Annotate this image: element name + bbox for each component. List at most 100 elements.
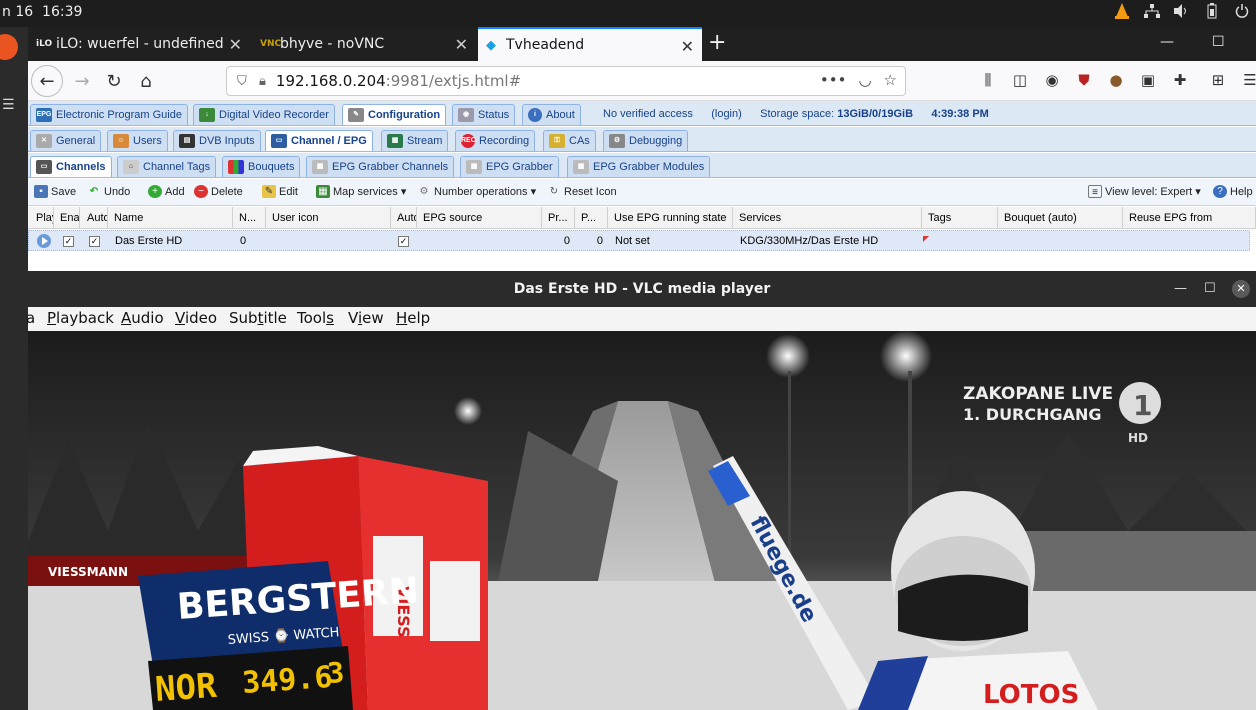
map-services-button[interactable]: ▦ Map services ▾ <box>316 185 406 198</box>
add-button[interactable]: + Add <box>148 185 185 198</box>
col-bouquet[interactable]: Bouquet (auto) <box>998 207 1123 229</box>
tab-epg-grabber-channels[interactable]: ▩ EPG Grabber Channels <box>306 156 455 177</box>
menu-access-key: t <box>257 309 264 327</box>
auto-epg-checkbox[interactable]: ✓ <box>392 231 409 251</box>
menu-playback[interactable]: Playback <box>47 309 114 327</box>
col-tags[interactable]: Tags <box>922 207 998 229</box>
tab-cas[interactable]: ⚿ CAs <box>543 130 596 151</box>
tab-bouquets[interactable]: Bouquets <box>222 156 301 177</box>
tab-configuration[interactable]: ✎ Configuration <box>342 104 447 125</box>
help-button[interactable]: ? Help <box>1213 185 1253 198</box>
sidebar-icon[interactable]: ◫ <box>1010 71 1030 89</box>
overflow-menu-icon[interactable]: ☰ <box>1240 71 1256 89</box>
auto-checkbox[interactable]: ✓ <box>83 231 100 251</box>
col-user-icon[interactable]: User icon <box>266 207 391 229</box>
tab-channels[interactable]: ▭ Channels <box>30 156 112 177</box>
cookie-icon[interactable]: ● <box>1106 71 1126 89</box>
close-icon[interactable]: ✕ <box>455 35 468 54</box>
volume-icon[interactable] <box>1174 3 1190 19</box>
tab-about[interactable]: i About <box>522 104 581 125</box>
col-epg-running[interactable]: Use EPG running state <box>608 207 733 229</box>
insecure-connection-icon[interactable]: ⛉ <box>237 74 259 89</box>
maximize-icon[interactable]: ☐ <box>1204 271 1216 307</box>
page-actions-icon[interactable]: ••• <box>820 71 847 89</box>
col-play[interactable]: Play <box>28 207 54 229</box>
library-icon[interactable]: ⫼ <box>978 71 998 89</box>
power-icon[interactable] <box>1234 3 1250 19</box>
enabled-checkbox[interactable]: ✓ <box>57 231 74 251</box>
tab-novnc[interactable]: VNC bhyve - noVNC ✕ <box>252 27 476 61</box>
login-link[interactable]: (login) <box>711 108 742 120</box>
tab-debugging[interactable]: ⚙ Debugging <box>603 130 689 151</box>
col-auto-epg[interactable]: Auto <box>391 207 417 229</box>
menu-help[interactable]: Help <box>396 309 430 327</box>
network-icon[interactable] <box>1144 3 1160 19</box>
tab-epg-grabber[interactable]: ▩ EPG Grabber <box>460 156 559 177</box>
reset-icon-button[interactable]: ↻ Reset Icon <box>547 185 617 198</box>
table-row[interactable]: ✓ ✓ Das Erste HD 0 ✓ 0 0 Not set KDG/330… <box>28 230 1250 251</box>
menu-view[interactable]: View <box>348 309 384 327</box>
delete-button[interactable]: − Delete <box>194 185 243 198</box>
reload-icon[interactable]: ↻ <box>100 67 128 95</box>
save-button[interactable]: ▪ Save <box>34 185 76 198</box>
tab-epg-grabber-modules[interactable]: ▩ EPG Grabber Modules <box>567 156 711 177</box>
dvb-card-icon: ▤ <box>179 134 195 148</box>
col-number[interactable]: N... <box>233 207 266 229</box>
tab-recording[interactable]: REC Recording <box>455 130 536 151</box>
close-icon[interactable]: ✕ <box>229 35 242 54</box>
url-bar[interactable]: ⛉ 🔒︎ 192.168.0.204:9981/extjs.html# ••• … <box>226 66 906 96</box>
tab-channel-tags[interactable]: ⌂ Channel Tags <box>117 156 217 177</box>
home-icon[interactable]: ⌂ <box>132 67 160 95</box>
col-auto[interactable]: Auto <box>80 207 108 229</box>
extensions-icon[interactable]: ✚ <box>1170 71 1190 89</box>
col-services[interactable]: Services <box>733 207 922 229</box>
col-enabled[interactable]: Enabled <box>54 207 80 229</box>
ubuntu-logo-icon[interactable] <box>0 34 18 60</box>
tab-status[interactable]: ◉ Status <box>452 104 516 125</box>
addons-icon[interactable]: ⊞ <box>1208 71 1228 89</box>
col-reuse-epg[interactable]: Reuse EPG from <box>1123 207 1256 229</box>
menu-video[interactable]: Video <box>175 309 217 327</box>
menu-audio[interactable]: Audio <box>121 309 164 327</box>
tab-users[interactable]: ☺ Users <box>107 130 168 151</box>
col-p[interactable]: P... <box>575 207 608 229</box>
tab-dvb-inputs[interactable]: ▤ DVB Inputs <box>173 130 261 151</box>
tab-dvr[interactable]: ↓ Digital Video Recorder <box>193 104 335 125</box>
media-icon[interactable]: ▣ <box>1138 71 1158 89</box>
ublock-icon[interactable]: ⛊ <box>1074 71 1094 89</box>
close-icon[interactable]: ✕ <box>681 37 694 56</box>
back-arrow-icon[interactable]: ← <box>31 65 63 97</box>
new-tab-plus-icon[interactable]: + <box>708 30 726 55</box>
menu-media[interactable]: a <box>26 309 35 327</box>
tab-stream[interactable]: ▦ Stream <box>381 130 449 151</box>
pocket-icon[interactable]: ◡ <box>858 71 871 89</box>
minimize-icon[interactable]: — <box>1160 34 1174 50</box>
col-priority[interactable]: Pr... <box>542 207 575 229</box>
hamburger-menu-icon[interactable]: ☰ <box>2 97 15 113</box>
tab-general[interactable]: ✕ General <box>30 130 102 151</box>
vlc-tray-icon[interactable] <box>1114 3 1130 19</box>
view-level-button[interactable]: ≡ View level: Expert ▾ <box>1088 185 1201 198</box>
edit-button[interactable]: ✎ Edit <box>262 185 298 198</box>
tab-epg[interactable]: EPG Electronic Program Guide <box>30 104 188 125</box>
bookmark-star-icon[interactable]: ☆ <box>884 71 897 89</box>
number-operations-button[interactable]: ⚙ Number operations ▾ <box>417 185 537 199</box>
play-button[interactable] <box>31 231 51 251</box>
tab-tvheadend[interactable]: ◆ Tvheadend ✕ <box>478 27 702 61</box>
video-output[interactable]: VIESS BERGSTERN SWISS ⌚ WATCH NOR 349.6 … <box>28 331 1256 710</box>
col-epg-source[interactable]: EPG source <box>417 207 542 229</box>
undo-button[interactable]: ↶ Undo <box>87 185 131 198</box>
system-clock[interactable]: n 16 16:39 <box>2 4 82 20</box>
menu-tools[interactable]: Tools <box>297 309 334 327</box>
menu-subtitle[interactable]: Subtitle <box>229 309 287 327</box>
battery-icon[interactable] <box>1204 3 1220 19</box>
tab-ilo[interactable]: iLO iLO: wuerfel - undefined ✕ <box>28 27 250 61</box>
tab-channel-epg[interactable]: ▭ Channel / EPG <box>265 130 373 151</box>
account-icon[interactable]: ◉ <box>1042 71 1062 89</box>
forward-arrow-icon[interactable]: → <box>68 67 96 95</box>
minimize-icon[interactable]: — <box>1174 271 1187 307</box>
maximize-icon[interactable]: ☐ <box>1212 34 1225 50</box>
vlc-title-bar[interactable]: Das Erste HD - VLC media player <box>28 271 1256 307</box>
col-name[interactable]: Name <box>108 207 233 229</box>
close-icon[interactable]: ✕ <box>1232 280 1250 298</box>
